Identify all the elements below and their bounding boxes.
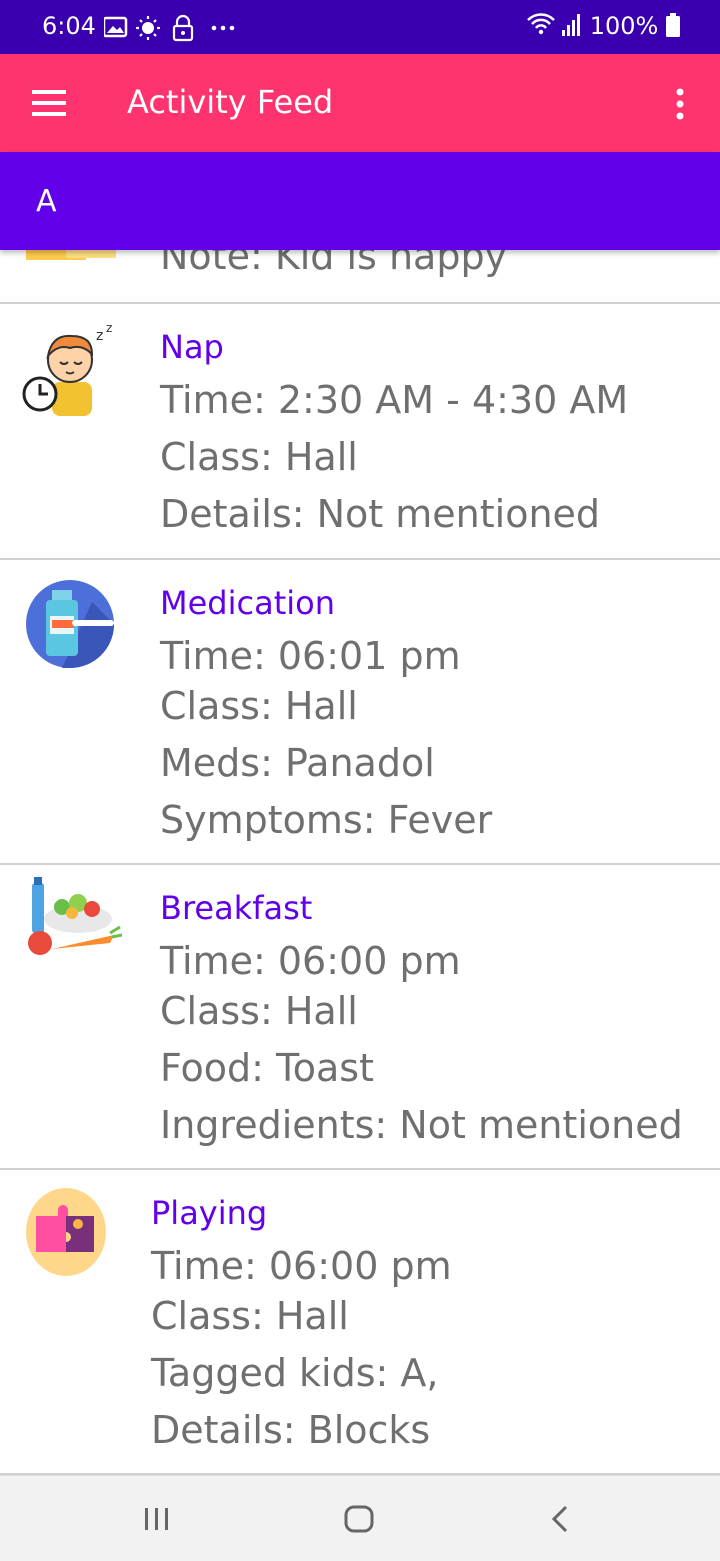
card-line: Class: Hall [160, 989, 358, 1033]
more-vertical-icon[interactable] [670, 88, 690, 120]
wifi-signal-icon [527, 13, 581, 36]
card-line: Symptoms: Fever [160, 798, 493, 842]
food-salad-icon [28, 877, 122, 955]
back-icon[interactable] [548, 1504, 572, 1534]
svg-text:z: z [96, 328, 103, 344]
status-bar: 6:04 100% [0, 0, 720, 54]
card-line: Note: Kid is happy [160, 250, 508, 278]
child-selector-bar[interactable]: A [0, 152, 720, 250]
home-icon[interactable] [343, 1504, 375, 1534]
page-title: Activity Feed [127, 83, 334, 121]
recent-apps-icon[interactable] [142, 1504, 172, 1534]
status-icons-left [104, 14, 235, 42]
feed-card-breakfast[interactable]: Breakfast Time: 06:00 pm Class: Hall Foo… [0, 865, 720, 1170]
image-icon [104, 16, 128, 38]
status-right: 100% [526, 12, 680, 40]
more-dots-icon [211, 25, 235, 31]
svg-text:z: z [106, 321, 112, 335]
note-paper-icon [26, 250, 116, 260]
card-line: Meds: Panadol [160, 741, 435, 785]
card-title: Playing [151, 1194, 268, 1232]
card-line: Ingredients: Not mentioned [160, 1103, 683, 1147]
system-nav-bar [0, 1475, 720, 1561]
brightness-icon [136, 16, 160, 40]
card-line: Class: Hall [160, 435, 358, 479]
feed-card-partial[interactable]: Note: Kid is happy [0, 250, 720, 304]
feed-card-playing[interactable]: Playing Time: 06:00 pm Class: Hall Tagge… [0, 1170, 720, 1475]
card-line: Food: Toast [160, 1046, 374, 1090]
battery-percent: 100% [589, 12, 659, 40]
card-line: Time: 2:30 AM - 4:30 AM [160, 378, 629, 422]
sleeping-child-icon: z z [22, 321, 112, 416]
status-time: 6:04 [42, 12, 96, 40]
card-line: Time: 06:01 pm [160, 634, 461, 678]
card-line: Time: 06:00 pm [160, 939, 461, 983]
activity-feed[interactable]: Note: Kid is happy z z Nap Time: 2:30 AM… [0, 250, 720, 1475]
card-title: Medication [160, 584, 335, 622]
card-line: Class: Hall [151, 1294, 349, 1338]
child-name: A [36, 184, 57, 219]
feed-card-medication[interactable]: Medication Time: 06:01 pm Class: Hall Me… [0, 560, 720, 865]
card-line: Details: Not mentioned [160, 492, 601, 536]
lock-icon [172, 14, 194, 42]
battery-icon [666, 13, 680, 37]
puzzle-piece-icon [26, 1188, 106, 1276]
card-title: Breakfast [160, 889, 313, 927]
card-line: Tagged kids: A, [151, 1351, 439, 1395]
medicine-bottle-icon [26, 580, 114, 668]
card-title: Nap [160, 328, 224, 366]
card-line: Class: Hall [160, 684, 358, 728]
feed-card-nap[interactable]: z z Nap Time: 2:30 AM - 4:30 AM Class: H… [0, 304, 720, 560]
card-line: Time: 06:00 pm [151, 1244, 452, 1288]
app-bar: Activity Feed [0, 54, 720, 152]
card-line: Details: Blocks [151, 1408, 431, 1452]
hamburger-menu-icon[interactable] [32, 90, 66, 116]
